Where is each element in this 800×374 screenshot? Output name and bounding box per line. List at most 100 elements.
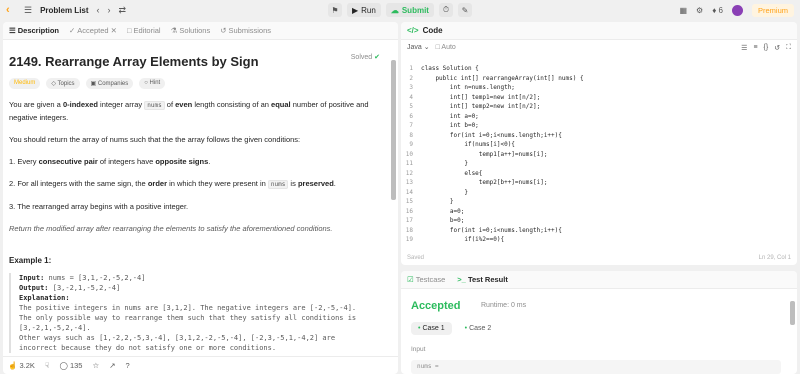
line-text: int[] temp1=new int[n/2];	[421, 93, 541, 101]
code-line[interactable]: 11 }	[401, 159, 797, 169]
format-icon[interactable]: ≡	[753, 44, 757, 52]
layout-icon[interactable]: ▦	[679, 6, 687, 15]
code-line[interactable]: 9 if(nums[i]<0){	[401, 140, 797, 150]
case-2-tab[interactable]: • Case 2	[458, 322, 499, 335]
lock-icon: □	[435, 43, 440, 51]
result-panel: ☑ Testcase >_ Test Result Accepted Runti…	[401, 271, 797, 374]
braces-icon[interactable]: {}	[764, 44, 769, 52]
tab-submissions[interactable]: ↺ Submissions	[220, 26, 271, 35]
reset-icon[interactable]: ↺	[774, 44, 780, 52]
line-number: 1	[409, 65, 413, 72]
favorite-button[interactable]: ☆	[92, 361, 99, 370]
problem-list-link[interactable]: Problem List	[40, 6, 88, 15]
share-button[interactable]: ↗	[109, 361, 115, 370]
bookmark-icon[interactable]: ☰	[741, 44, 747, 52]
code-line[interactable]: 5 int[] temp2=new int[n/2];	[401, 102, 797, 112]
case-list: • Case 1 • Case 2	[411, 322, 498, 335]
code-line[interactable]: 15 }	[401, 197, 797, 207]
result-tabs: ☑ Testcase >_ Test Result	[401, 271, 797, 289]
description-tabs: ☰ Description ✓ Accepted ✕ □ Editorial ⚗ Sol…	[3, 22, 398, 40]
shuffle-icon[interactable]: ⇄	[119, 0, 127, 20]
premium-button[interactable]: Premium	[751, 3, 794, 17]
problem-list-icon[interactable]: ☰	[24, 0, 32, 20]
code-line[interactable]: 17 b=0;	[401, 216, 797, 226]
problem-title[interactable]: 2149. Rearrange Array Elements by Sign	[9, 54, 392, 69]
line-number: 12	[405, 169, 413, 177]
topics-chip[interactable]: ◇ Topics	[46, 78, 80, 89]
case-2-label: Case 2	[469, 325, 492, 332]
leetcode-logo-icon[interactable]: ‹	[6, 4, 16, 16]
next-problem-icon[interactable]: ›	[108, 0, 111, 20]
difficulty-badge: Medium	[9, 78, 41, 89]
code-line[interactable]: 1 class Solution {	[401, 64, 797, 74]
description-scrollbar[interactable]	[391, 60, 396, 200]
fullscreen-icon[interactable]: ⛶	[786, 44, 791, 52]
tab-description-label: Description	[17, 26, 59, 35]
like-button[interactable]: ☝ 3.2K	[8, 361, 35, 370]
dislike-button[interactable]: ☟	[45, 361, 50, 370]
hint-chip[interactable]: ○ Hint	[139, 78, 166, 89]
line-number: 8	[409, 131, 413, 139]
avatar[interactable]	[731, 4, 743, 16]
line-text: class Solution {	[421, 65, 479, 72]
tab-testcase-label: Testcase	[415, 275, 446, 284]
run-button[interactable]: ▶ Run	[347, 3, 381, 17]
code-line[interactable]: 8 for(int i=0;i<nums.length;i++){	[401, 131, 797, 141]
book-icon: □	[126, 26, 132, 35]
timer-icon[interactable]: ⏱	[438, 3, 453, 17]
code-line[interactable]: 14 }	[401, 188, 797, 198]
terminal-icon: >_	[457, 275, 466, 284]
line-number: 10	[405, 150, 413, 158]
notes-icon[interactable]: ✎	[457, 3, 472, 17]
thumbs-up-icon: ☝	[8, 361, 18, 370]
streak-counter[interactable]: ♦ 6	[712, 6, 723, 15]
code-editor[interactable]: 1 class Solution { 2 public int[] rearrang…	[401, 64, 797, 245]
tab-accepted[interactable]: ✓ Accepted ✕	[69, 26, 117, 35]
upload-icon: ☁	[390, 5, 399, 15]
line-text: b=0;	[421, 217, 465, 224]
code-line[interactable]: 13 temp2[b++]=nums[i];	[401, 178, 797, 188]
settings-icon[interactable]: ⚙	[696, 6, 703, 15]
code-line[interactable]: 16 a=0;	[401, 207, 797, 217]
auto-mode[interactable]: □ Auto	[436, 44, 456, 51]
comments-button[interactable]: ◯ 135	[59, 361, 82, 370]
tab-test-result[interactable]: >_ Test Result	[457, 275, 508, 284]
runtime-text: Runtime: 0 ms	[481, 302, 527, 309]
code-line[interactable]: 12 else{	[401, 169, 797, 179]
code-line[interactable]: 2 public int[] rearrangeArray(int[] nums…	[401, 74, 797, 84]
line-number: 14	[405, 188, 413, 196]
line-number: 18	[405, 226, 413, 234]
tab-editorial[interactable]: □ Editorial	[127, 26, 161, 35]
thumbs-down-icon: ☟	[44, 361, 50, 370]
code-line[interactable]: 18 for(int i=0;i<nums.length;i++){	[401, 226, 797, 236]
submit-button[interactable]: ☁ Submit	[385, 3, 434, 17]
tab-testcase[interactable]: ☑ Testcase	[407, 275, 445, 284]
line-number: 2	[409, 74, 413, 82]
language-select[interactable]: Java ⌄	[407, 43, 430, 51]
tag-icon: ◇	[51, 81, 56, 87]
code-line[interactable]: 10 temp1[a++]=nums[i];	[401, 150, 797, 160]
tab-description[interactable]: ☰ Description	[9, 26, 59, 35]
help-button[interactable]: ?	[126, 361, 130, 370]
companies-chip[interactable]: ▣ Companies	[85, 78, 134, 89]
case-1-tab[interactable]: • Case 1	[411, 322, 452, 335]
code-line[interactable]: 4 int[] temp1=new int[n/2];	[401, 93, 797, 103]
fire-icon: ♦	[712, 5, 717, 15]
code-line[interactable]: 3 int n=nums.length;	[401, 83, 797, 93]
line-text: for(int i=0;i<nums.length;i++){	[421, 131, 562, 139]
line-text: public int[] rearrangeArray(int[] nums) …	[421, 74, 584, 82]
prev-problem-icon[interactable]: ‹	[97, 0, 100, 20]
line-number: 4	[409, 93, 413, 101]
input-value-box: nums =	[411, 360, 781, 374]
close-tab-icon[interactable]: ✕	[111, 26, 117, 35]
code-line[interactable]: 19 if(i%2==0){	[401, 235, 797, 245]
tab-submissions-label: Submissions	[228, 26, 272, 35]
line-number: 11	[405, 160, 413, 167]
tab-solutions[interactable]: ⚗ Solutions	[171, 26, 211, 35]
code-line[interactable]: 6 int a=0;	[401, 112, 797, 122]
debug-icon[interactable]: ⚑	[328, 3, 342, 17]
result-scrollbar[interactable]	[790, 301, 795, 325]
code-icon: </>	[407, 26, 419, 35]
line-number: 5	[409, 103, 413, 110]
code-line[interactable]: 7 int b=0;	[401, 121, 797, 131]
